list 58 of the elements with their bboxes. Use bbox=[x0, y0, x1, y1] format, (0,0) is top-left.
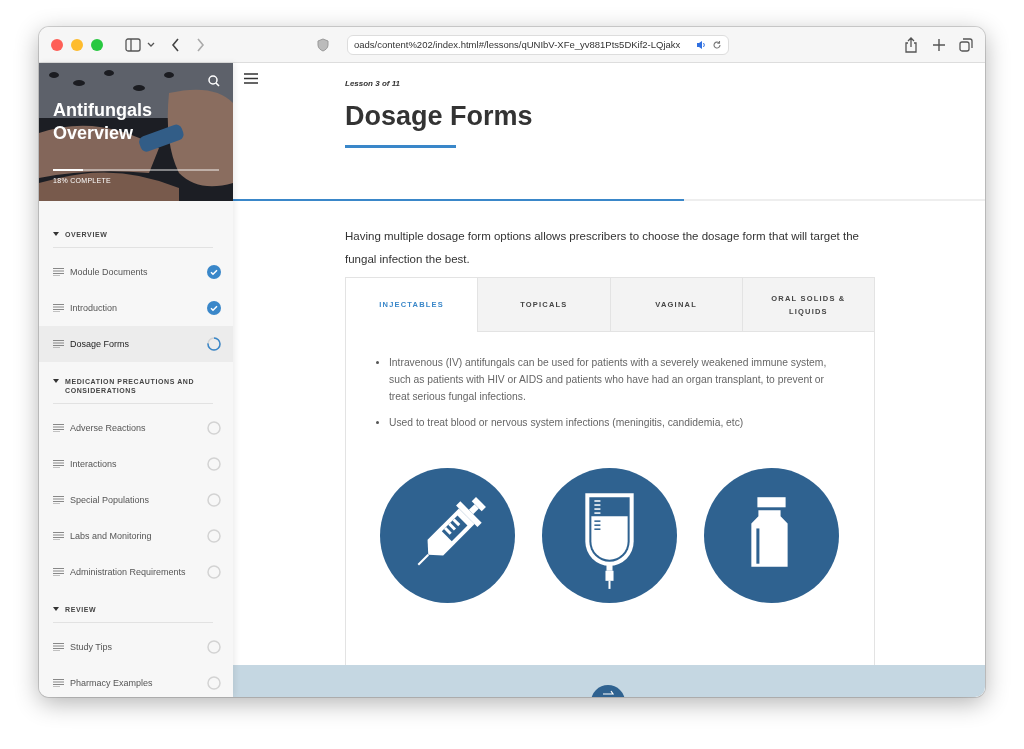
chevron-down-icon[interactable] bbox=[147, 41, 155, 48]
search-icon[interactable] bbox=[208, 75, 220, 87]
lesson-item[interactable]: Adverse Reactions bbox=[39, 410, 233, 446]
sidebar-toggle-icon[interactable] bbox=[125, 37, 141, 52]
course-title: Antifungals Overview bbox=[53, 99, 153, 145]
speaker-icon[interactable] bbox=[696, 39, 706, 50]
empty-circle-icon bbox=[207, 565, 221, 579]
lesson-item[interactable]: Pharmacy Examples bbox=[39, 665, 233, 697]
empty-circle-icon bbox=[207, 493, 221, 507]
bottle-icon bbox=[704, 468, 839, 603]
lines-icon bbox=[53, 496, 64, 504]
lines-icon bbox=[53, 568, 64, 576]
lines-icon bbox=[53, 679, 64, 687]
empty-circle-icon bbox=[207, 421, 221, 435]
url-text: oads/content%202/index.html#/lessons/qUNIbV-XFe_yv881Pts5DKif2-LQjakx bbox=[354, 39, 682, 50]
progress-ring-icon bbox=[207, 337, 221, 351]
tabs-overview-icon[interactable] bbox=[959, 37, 973, 52]
bullet-text: Intravenous (IV) antifungals can be used for patients with a severely weakened immune system, such as patients with HIV or AIDS and patients who have had an organ transplant, to prevent or treat serious fungal infections. bbox=[389, 356, 828, 404]
lines-icon bbox=[53, 643, 64, 651]
caret-down-icon bbox=[53, 232, 59, 237]
menu-icon[interactable] bbox=[244, 73, 258, 84]
lines-icon bbox=[53, 268, 64, 276]
lesson-item[interactable]: Special Populations bbox=[39, 482, 233, 518]
share-icon[interactable] bbox=[905, 36, 917, 53]
new-tab-icon[interactable] bbox=[933, 38, 945, 51]
intro-paragraph: Having multiple dosage form options allows prescribers to choose the dosage form that will target the fungal infection the best. bbox=[345, 229, 860, 267]
lines-icon bbox=[53, 304, 64, 312]
lesson-counter: Lesson 3 of 11 bbox=[345, 79, 400, 88]
lines-icon bbox=[53, 460, 64, 468]
caret-down-icon bbox=[53, 379, 59, 384]
lesson-item[interactable]: Interactions bbox=[39, 446, 233, 482]
reload-icon[interactable] bbox=[712, 39, 722, 50]
lesson-item[interactable]: Labs and Monitoring bbox=[39, 518, 233, 554]
empty-circle-icon bbox=[207, 529, 221, 543]
syringe-icon bbox=[380, 468, 515, 603]
bullet-text: Used to treat blood or nervous system infections (meningitis, candidemia, etc) bbox=[389, 416, 744, 430]
bullet-dot bbox=[376, 361, 379, 364]
lesson-item[interactable]: Introduction bbox=[39, 290, 233, 326]
lesson-title: Dosage Forms bbox=[345, 100, 533, 132]
lesson-item[interactable]: Study Tips bbox=[39, 629, 233, 665]
empty-circle-icon bbox=[207, 640, 221, 654]
caret-down-icon bbox=[53, 607, 59, 612]
lines-icon bbox=[53, 424, 64, 432]
back-icon[interactable] bbox=[171, 37, 180, 52]
address-field[interactable]: oads/content%202/index.html#/lessons/qUNIbV-XFe_yv881Pts5DKif2-LQjakx bbox=[347, 34, 729, 55]
lesson-item[interactable]: Dosage Forms bbox=[39, 326, 233, 362]
empty-circle-icon bbox=[207, 676, 221, 690]
lesson-item[interactable]: Module Documents bbox=[39, 254, 233, 290]
lines-icon bbox=[53, 340, 64, 348]
iv-bag-icon bbox=[542, 468, 677, 603]
check-circle-icon bbox=[207, 301, 221, 315]
close-window-button[interactable] bbox=[51, 38, 63, 51]
bullet-dot bbox=[376, 421, 379, 424]
lines-icon bbox=[53, 532, 64, 540]
lesson-item[interactable]: Administration Requirements bbox=[39, 554, 233, 590]
next-button[interactable] bbox=[591, 685, 625, 697]
empty-circle-icon bbox=[207, 457, 221, 471]
check-circle-icon bbox=[207, 265, 221, 279]
